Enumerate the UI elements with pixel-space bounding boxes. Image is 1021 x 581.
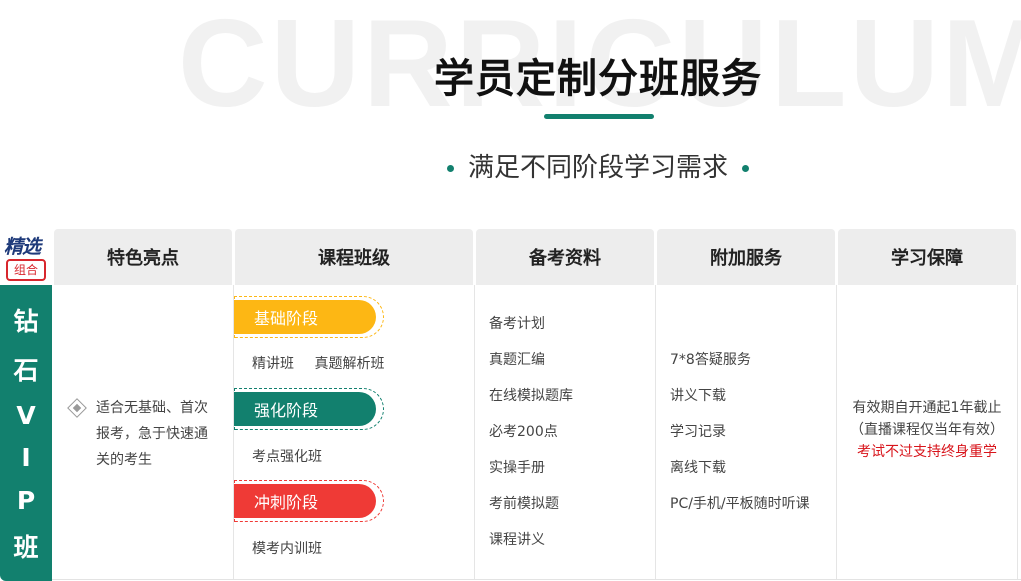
title-underline (544, 114, 654, 119)
row-label-char: P (16, 485, 36, 515)
page-title: 学员定制分班服务 (434, 56, 762, 102)
features-cell: 适合无基础、首次报考，急于快速通关的考生 (52, 285, 234, 579)
page-subtitle: 满足不同阶段学习需求 (0, 147, 1021, 184)
row-label-char: V (16, 400, 36, 430)
stage-sprint: 冲刺阶段 (234, 480, 384, 522)
featured-combo-badge: 精选 组合 (0, 230, 52, 286)
stage-basic-label: 基础阶段 (234, 300, 376, 334)
class-item: 精讲班 (252, 356, 294, 372)
row-label-char: I (21, 443, 31, 473)
stage-basic: 基础阶段 (234, 296, 384, 338)
list-item: 7*8答疑服务 (670, 352, 751, 368)
row-label-diamond-vip: 钻 石 V I P 班 (0, 285, 52, 581)
diamond-icon (67, 398, 87, 418)
guarantee-line-2: （直播课程仅当年有效） (850, 422, 1004, 438)
badge-bottom-text: 组合 (6, 259, 46, 281)
stage-intensive-classes: 考点强化班 (252, 446, 338, 466)
guarantee-line-1: 有效期自开通起1年截止 (852, 400, 1002, 416)
header-extra-services: 附加服务 (657, 229, 835, 285)
list-item: PC/手机/平板随时听课 (670, 496, 810, 512)
services-list: 7*8答疑服务 讲义下载 学习记录 离线下载 PC/手机/平板随时听课 (670, 342, 810, 522)
guarantee-line-3: 考试不过支持终身重学 (857, 444, 997, 460)
row-label-char: 石 (13, 356, 39, 386)
subtitle-text: 满足不同阶段学习需求 (467, 153, 728, 183)
badge-top-text: 精选 (4, 236, 41, 258)
class-item: 考点强化班 (252, 449, 322, 465)
dot-icon (742, 165, 749, 172)
list-item: 讲义下载 (670, 388, 726, 404)
class-item: 模考内训班 (252, 541, 322, 557)
list-item: 备考计划 (489, 316, 545, 332)
materials-list: 备考计划 真题汇编 在线模拟题库 必考200点 实操手册 考前模拟题 课程讲义 (489, 306, 573, 558)
header-features: 特色亮点 (54, 229, 232, 285)
list-item: 在线模拟题库 (489, 388, 573, 404)
list-item: 实操手册 (489, 460, 545, 476)
list-item: 离线下载 (670, 460, 726, 476)
list-item: 学习记录 (670, 424, 726, 440)
class-item: 真题解析班 (314, 356, 385, 372)
header-course-class: 课程班级 (235, 229, 473, 285)
stage-sprint-classes: 模考内训班 (252, 538, 338, 558)
stage-sprint-label: 冲刺阶段 (234, 484, 376, 518)
list-item: 必考200点 (489, 424, 558, 440)
guarantee-text: 有效期自开通起1年截止 （直播课程仅当年有效） 考试不过支持终身重学 (837, 397, 1017, 463)
stage-basic-classes: 精讲班 真题解析班 (252, 353, 400, 373)
header-guarantee: 学习保障 (838, 229, 1016, 285)
feature-text: 适合无基础、首次报考，急于快速通关的考生 (96, 400, 208, 468)
header-materials: 备考资料 (476, 229, 654, 285)
list-item: 真题汇编 (489, 352, 545, 368)
row-label-char: 钻 (13, 306, 39, 336)
list-item: 课程讲义 (489, 532, 545, 548)
row-label-char: 班 (13, 533, 39, 563)
stage-intensive-label: 强化阶段 (234, 392, 376, 426)
list-item: 考前模拟题 (489, 496, 559, 512)
stage-intensive: 强化阶段 (234, 388, 384, 430)
dot-icon (446, 165, 454, 172)
